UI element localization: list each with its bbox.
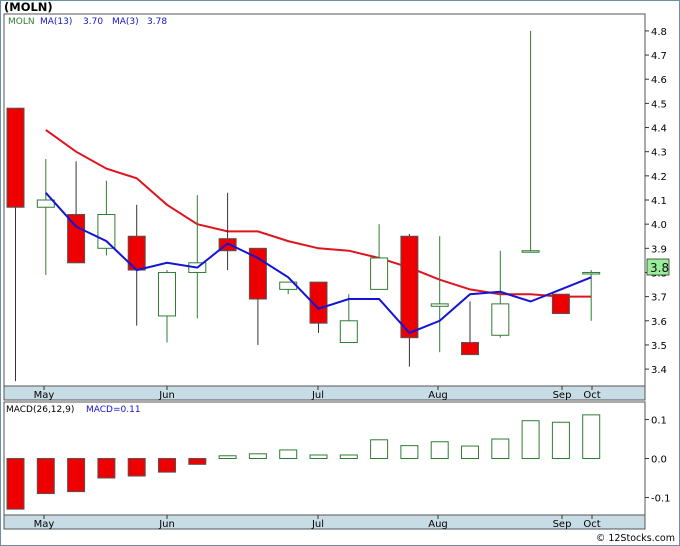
price-y-tick-label: 3.6: [651, 317, 667, 328]
macd-bar-positive: [370, 439, 389, 459]
x-tick-label: Sep: [553, 519, 572, 530]
price-y-tick-label: 4.4: [651, 124, 667, 135]
macd-bar-positive: [279, 449, 298, 459]
price-x-axis-band: [3, 385, 646, 401]
price-panel: [3, 13, 646, 387]
legend-ma13-label: MA(13): [40, 17, 72, 27]
macd-x-axis-band: [3, 514, 646, 530]
x-tick-label: Jul: [311, 390, 324, 401]
price-y-tick-label: 4.7: [651, 51, 667, 62]
price-y-tick-label: 4.1: [651, 196, 667, 207]
macd-y-tick-label: 0.0: [651, 455, 667, 466]
x-tick-label: Jun: [158, 519, 175, 530]
price-y-tick-label: 3.9: [651, 244, 667, 255]
x-tick-label: Jun: [158, 390, 175, 401]
macd-bar-positive: [491, 438, 510, 460]
macd-title: MACD(26,12,9): [6, 405, 74, 415]
candle-up: [521, 250, 540, 253]
legend-ma3-label: MA(3): [112, 17, 139, 27]
macd-bar-negative: [188, 458, 207, 465]
macd-bar-positive: [218, 455, 237, 459]
price-y-tick-label: 3.5: [651, 341, 667, 352]
footer-credit: © 12Stocks.com: [596, 533, 675, 544]
x-tick-label: Aug: [428, 390, 448, 401]
x-tick-label: Oct: [583, 519, 600, 530]
candle-down: [551, 293, 570, 315]
candle-up: [36, 199, 55, 208]
macd-value-label: MACD=0.11: [86, 405, 141, 415]
price-y-tick-label: 4.0: [651, 220, 667, 231]
macd-bar-negative: [67, 458, 86, 493]
macd-bar-positive: [248, 453, 267, 459]
candle-down: [461, 342, 479, 356]
price-y-tick-label: 4.8: [651, 27, 667, 38]
macd-bar-positive: [400, 445, 419, 460]
macd-bar-negative: [97, 458, 116, 479]
legend-ma3-value: 3.78: [147, 17, 167, 27]
macd-bar-negative: [36, 458, 55, 495]
candle-up: [430, 303, 449, 307]
x-tick-label: May: [34, 390, 55, 401]
candle-up: [158, 271, 176, 317]
candle-down: [400, 235, 419, 339]
price-y-tick-label: 4.3: [651, 148, 667, 159]
candle-up: [339, 320, 358, 344]
ticker-title: (MOLN): [4, 0, 53, 14]
macd-bar-positive: [430, 441, 449, 460]
candle-down: [6, 107, 25, 208]
macd-bar-positive: [582, 414, 601, 459]
macd-y-tick-label: 0.1: [651, 416, 667, 427]
candle-up: [370, 257, 389, 290]
candle-down: [67, 213, 86, 264]
price-y-tick-label: 3.7: [651, 293, 667, 304]
price-y-tick-label: 4.2: [651, 172, 667, 183]
x-tick-label: Aug: [428, 519, 448, 530]
stock-chart: 3.4 3.5 3.6 3.7 3.8 3.9 4.0 4.1 4.2 4.3 4.4 4.5 4.6 4…: [0, 0, 680, 546]
legend-symbol: MOLN: [8, 17, 35, 27]
macd-bar-positive: [339, 454, 358, 459]
x-tick-label: May: [34, 519, 55, 530]
price-y-tick-label: 3.4: [651, 365, 667, 376]
macd-bar-negative: [127, 458, 146, 477]
candle-up: [97, 213, 116, 249]
candle-up: [491, 303, 510, 336]
macd-bar-positive: [461, 445, 479, 460]
macd-bar-positive: [309, 454, 328, 459]
x-tick-label: Jul: [311, 519, 324, 530]
candle-up: [582, 271, 601, 275]
macd-bar-negative: [6, 458, 25, 510]
price-y-tick-label: 4.6: [651, 75, 667, 86]
macd-y-tick-label: -0.1: [651, 493, 671, 504]
x-tick-label: Oct: [583, 390, 600, 401]
macd-bar-positive: [521, 420, 540, 460]
last-price-badge: 3.8: [650, 261, 669, 275]
macd-bar-positive: [551, 421, 570, 459]
x-tick-label: Sep: [553, 390, 572, 401]
legend-ma13-value: 3.70: [83, 17, 103, 27]
macd-bar-negative: [158, 458, 176, 473]
price-y-tick-label: 4.5: [651, 99, 667, 110]
